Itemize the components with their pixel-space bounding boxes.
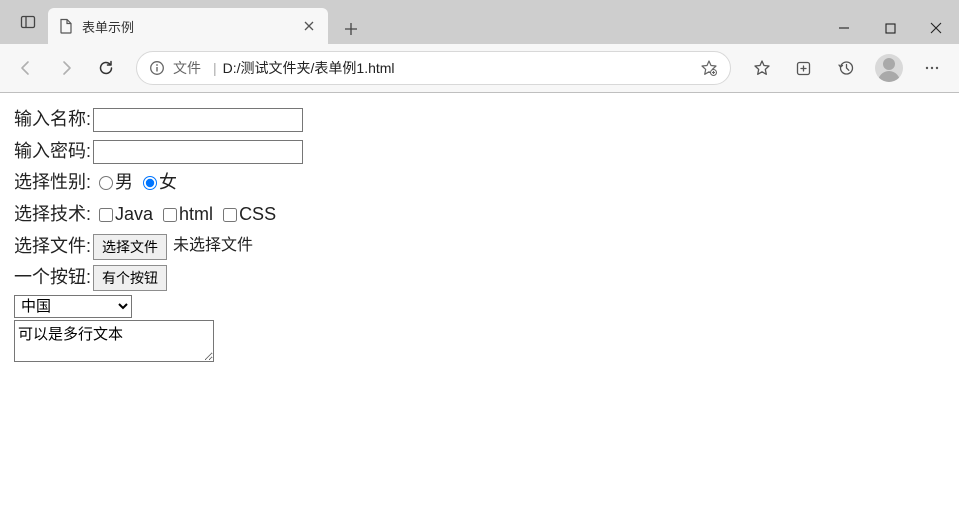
address-divider: | bbox=[213, 60, 217, 76]
refresh-button[interactable] bbox=[88, 50, 124, 86]
tech-option-java: Java bbox=[115, 200, 153, 230]
country-select[interactable]: 中国 bbox=[14, 295, 132, 318]
notes-textarea[interactable] bbox=[14, 320, 214, 362]
gender-radio-male[interactable] bbox=[99, 176, 113, 190]
file-label: 选择文件: bbox=[14, 232, 91, 262]
page-content: 输入名称: 输入密码: 选择性别: 男 女 选择技术: Java html CS… bbox=[0, 93, 959, 372]
tech-option-css: CSS bbox=[239, 200, 276, 230]
back-button[interactable] bbox=[8, 50, 44, 86]
gender-option-female: 女 bbox=[159, 168, 177, 198]
name-input[interactable] bbox=[93, 108, 303, 132]
file-choose-button[interactable]: 选择文件 bbox=[93, 234, 167, 260]
new-tab-button[interactable] bbox=[336, 14, 366, 44]
collections-button[interactable] bbox=[785, 50, 823, 86]
tech-checkbox-css[interactable] bbox=[223, 208, 237, 222]
close-window-button[interactable] bbox=[913, 12, 959, 44]
maximize-button[interactable] bbox=[867, 12, 913, 44]
toolbar: 文件 | D:/测试文件夹/表单例1.html bbox=[0, 44, 959, 92]
browser-tab[interactable]: 表单示例 bbox=[48, 8, 328, 44]
name-label: 输入名称: bbox=[14, 105, 91, 135]
password-input[interactable] bbox=[93, 140, 303, 164]
tab-title: 表单示例 bbox=[82, 17, 288, 36]
page-icon bbox=[58, 18, 74, 34]
gender-option-male: 男 bbox=[115, 168, 133, 198]
gender-radio-female[interactable] bbox=[143, 176, 157, 190]
password-label: 输入密码: bbox=[14, 137, 91, 167]
tab-bar: 表单示例 bbox=[0, 0, 959, 44]
close-tab-icon[interactable] bbox=[300, 17, 318, 35]
generic-button[interactable]: 有个按钮 bbox=[93, 265, 167, 291]
site-info-icon[interactable] bbox=[149, 60, 165, 76]
address-bar[interactable]: 文件 | D:/测试文件夹/表单例1.html bbox=[136, 51, 731, 85]
minimize-button[interactable] bbox=[821, 12, 867, 44]
button-row-label: 一个按钮: bbox=[14, 263, 91, 293]
forward-button[interactable] bbox=[48, 50, 84, 86]
add-favorite-icon[interactable] bbox=[700, 59, 718, 77]
profile-avatar[interactable] bbox=[875, 54, 903, 82]
address-path: D:/测试文件夹/表单例1.html bbox=[223, 58, 692, 78]
gender-label: 选择性别: bbox=[14, 168, 91, 198]
tech-checkbox-java[interactable] bbox=[99, 208, 113, 222]
menu-button[interactable] bbox=[913, 50, 951, 86]
tab-actions-button[interactable] bbox=[12, 6, 44, 38]
window-controls bbox=[821, 10, 959, 44]
favorites-button[interactable] bbox=[743, 50, 781, 86]
address-scheme: 文件 bbox=[173, 58, 201, 78]
tech-label: 选择技术: bbox=[14, 200, 91, 230]
browser-chrome: 表单示例 bbox=[0, 0, 959, 93]
tech-checkbox-html[interactable] bbox=[163, 208, 177, 222]
tech-option-html: html bbox=[179, 200, 213, 230]
history-button[interactable] bbox=[827, 50, 865, 86]
file-status: 未选择文件 bbox=[173, 233, 253, 259]
